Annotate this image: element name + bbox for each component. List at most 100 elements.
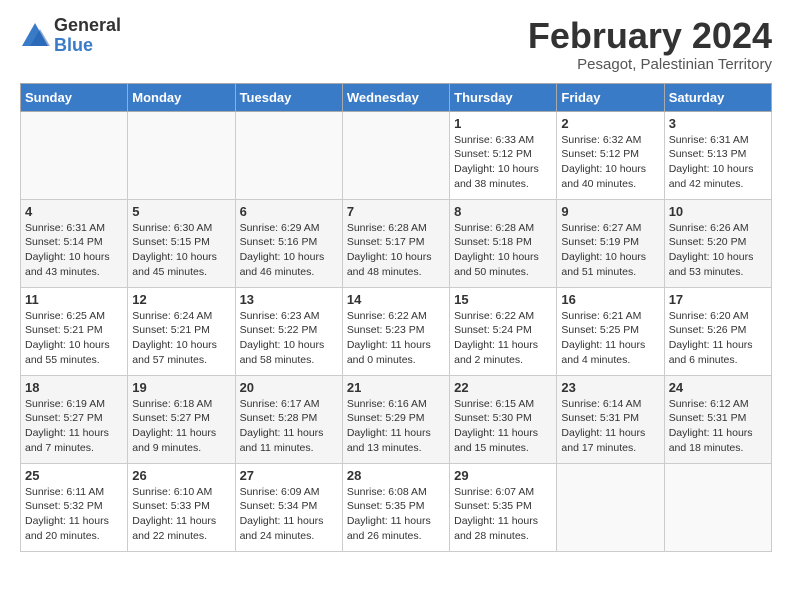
calendar-cell: 10 Sunrise: 6:26 AM Sunset: 5:20 PM Dayli…	[664, 199, 771, 287]
week-row-4: 18 Sunrise: 6:19 AM Sunset: 5:27 PM Dayli…	[21, 375, 772, 463]
day-number: 11	[25, 292, 123, 307]
day-number: 8	[454, 204, 552, 219]
logo-general: General	[54, 16, 121, 36]
day-info: Sunrise: 6:26 AM Sunset: 5:20 PM Dayligh…	[669, 221, 767, 280]
calendar-cell: 26 Sunrise: 6:10 AM Sunset: 5:33 PM Dayli…	[128, 463, 235, 551]
calendar-cell: 14Sunrise: 6:22 AM Sunset: 5:23 PM Dayli…	[342, 287, 449, 375]
logo-text: General Blue	[54, 16, 121, 56]
calendar-cell	[557, 463, 664, 551]
header-day-wednesday: Wednesday	[342, 83, 449, 111]
calendar-cell: 22 Sunrise: 6:15 AM Sunset: 5:30 PM Dayli…	[450, 375, 557, 463]
day-number: 20	[240, 380, 338, 395]
day-info: Sunrise: 6:31 AM Sunset: 5:14 PM Dayligh…	[25, 221, 123, 280]
day-info: Sunrise: 6:16 AM Sunset: 5:29 PM Dayligh…	[347, 397, 445, 456]
calendar-cell: 28 Sunrise: 6:08 AM Sunset: 5:35 PM Dayli…	[342, 463, 449, 551]
calendar-cell	[235, 111, 342, 199]
day-number: 23	[561, 380, 659, 395]
day-number: 4	[25, 204, 123, 219]
location-subtitle: Pesagot, Palestinian Territory	[528, 56, 772, 73]
day-info: Sunrise: 6:09 AM Sunset: 5:34 PM Dayligh…	[240, 485, 338, 544]
calendar-cell: 15Sunrise: 6:22 AM Sunset: 5:24 PM Dayli…	[450, 287, 557, 375]
calendar-cell: 13 Sunrise: 6:23 AM Sunset: 5:22 PM Dayli…	[235, 287, 342, 375]
calendar-cell: 27Sunrise: 6:09 AM Sunset: 5:34 PM Dayli…	[235, 463, 342, 551]
calendar-cell	[128, 111, 235, 199]
calendar-cell: 11 Sunrise: 6:25 AM Sunset: 5:21 PM Dayli…	[21, 287, 128, 375]
day-number: 12	[132, 292, 230, 307]
day-number: 3	[669, 116, 767, 131]
day-info: Sunrise: 6:23 AM Sunset: 5:22 PM Dayligh…	[240, 309, 338, 368]
calendar-cell: 8 Sunrise: 6:28 AM Sunset: 5:18 PM Daylig…	[450, 199, 557, 287]
calendar-cell: 17 Sunrise: 6:20 AM Sunset: 5:26 PM Dayli…	[664, 287, 771, 375]
week-row-5: 25 Sunrise: 6:11 AM Sunset: 5:32 PM Dayli…	[21, 463, 772, 551]
header-day-saturday: Saturday	[664, 83, 771, 111]
week-row-2: 4 Sunrise: 6:31 AM Sunset: 5:14 PM Daylig…	[21, 199, 772, 287]
calendar-cell: 24 Sunrise: 6:12 AM Sunset: 5:31 PM Dayli…	[664, 375, 771, 463]
day-number: 24	[669, 380, 767, 395]
day-number: 9	[561, 204, 659, 219]
day-info: Sunrise: 6:19 AM Sunset: 5:27 PM Dayligh…	[25, 397, 123, 456]
header-row: SundayMondayTuesdayWednesdayThursdayFrid…	[21, 83, 772, 111]
day-number: 13	[240, 292, 338, 307]
day-info: Sunrise: 6:33 AM Sunset: 5:12 PM Dayligh…	[454, 133, 552, 192]
calendar-cell: 29Sunrise: 6:07 AM Sunset: 5:35 PM Dayli…	[450, 463, 557, 551]
calendar-cell: 4 Sunrise: 6:31 AM Sunset: 5:14 PM Daylig…	[21, 199, 128, 287]
day-number: 6	[240, 204, 338, 219]
day-info: Sunrise: 6:08 AM Sunset: 5:35 PM Dayligh…	[347, 485, 445, 544]
day-info: Sunrise: 6:21 AM Sunset: 5:25 PM Dayligh…	[561, 309, 659, 368]
day-number: 5	[132, 204, 230, 219]
title-section: February 2024 Pesagot, Palestinian Terri…	[528, 16, 772, 73]
day-info: Sunrise: 6:11 AM Sunset: 5:32 PM Dayligh…	[25, 485, 123, 544]
day-number: 28	[347, 468, 445, 483]
calendar-cell: 19 Sunrise: 6:18 AM Sunset: 5:27 PM Dayli…	[128, 375, 235, 463]
day-info: Sunrise: 6:25 AM Sunset: 5:21 PM Dayligh…	[25, 309, 123, 368]
day-info: Sunrise: 6:29 AM Sunset: 5:16 PM Dayligh…	[240, 221, 338, 280]
day-info: Sunrise: 6:30 AM Sunset: 5:15 PM Dayligh…	[132, 221, 230, 280]
day-info: Sunrise: 6:15 AM Sunset: 5:30 PM Dayligh…	[454, 397, 552, 456]
week-row-3: 11 Sunrise: 6:25 AM Sunset: 5:21 PM Dayli…	[21, 287, 772, 375]
day-info: Sunrise: 6:17 AM Sunset: 5:28 PM Dayligh…	[240, 397, 338, 456]
logo-blue: Blue	[54, 36, 121, 56]
calendar-cell: 25 Sunrise: 6:11 AM Sunset: 5:32 PM Dayli…	[21, 463, 128, 551]
day-info: Sunrise: 6:10 AM Sunset: 5:33 PM Dayligh…	[132, 485, 230, 544]
calendar-cell: 9Sunrise: 6:27 AM Sunset: 5:19 PM Daylig…	[557, 199, 664, 287]
calendar-cell	[664, 463, 771, 551]
page-header: General Blue February 2024 Pesagot, Pale…	[20, 16, 772, 73]
day-number: 22	[454, 380, 552, 395]
calendar-cell: 5 Sunrise: 6:30 AM Sunset: 5:15 PM Daylig…	[128, 199, 235, 287]
header-day-monday: Monday	[128, 83, 235, 111]
day-info: Sunrise: 6:32 AM Sunset: 5:12 PM Dayligh…	[561, 133, 659, 192]
day-number: 10	[669, 204, 767, 219]
header-day-sunday: Sunday	[21, 83, 128, 111]
day-info: Sunrise: 6:12 AM Sunset: 5:31 PM Dayligh…	[669, 397, 767, 456]
day-number: 1	[454, 116, 552, 131]
day-number: 14	[347, 292, 445, 307]
day-number: 17	[669, 292, 767, 307]
calendar-cell	[342, 111, 449, 199]
day-info: Sunrise: 6:28 AM Sunset: 5:18 PM Dayligh…	[454, 221, 552, 280]
logo: General Blue	[20, 16, 121, 56]
day-info: Sunrise: 6:22 AM Sunset: 5:24 PM Dayligh…	[454, 309, 552, 368]
calendar-cell: 18 Sunrise: 6:19 AM Sunset: 5:27 PM Dayli…	[21, 375, 128, 463]
week-row-1: 1 Sunrise: 6:33 AM Sunset: 5:12 PM Daylig…	[21, 111, 772, 199]
calendar-cell: 23 Sunrise: 6:14 AM Sunset: 5:31 PM Dayli…	[557, 375, 664, 463]
day-number: 21	[347, 380, 445, 395]
calendar-cell: 21 Sunrise: 6:16 AM Sunset: 5:29 PM Dayli…	[342, 375, 449, 463]
day-number: 26	[132, 468, 230, 483]
day-number: 2	[561, 116, 659, 131]
day-number: 29	[454, 468, 552, 483]
day-number: 7	[347, 204, 445, 219]
day-info: Sunrise: 6:14 AM Sunset: 5:31 PM Dayligh…	[561, 397, 659, 456]
calendar-cell: 3Sunrise: 6:31 AM Sunset: 5:13 PM Daylig…	[664, 111, 771, 199]
header-day-friday: Friday	[557, 83, 664, 111]
header-day-thursday: Thursday	[450, 83, 557, 111]
day-info: Sunrise: 6:20 AM Sunset: 5:26 PM Dayligh…	[669, 309, 767, 368]
calendar-cell: 6 Sunrise: 6:29 AM Sunset: 5:16 PM Daylig…	[235, 199, 342, 287]
calendar-cell: 2 Sunrise: 6:32 AM Sunset: 5:12 PM Daylig…	[557, 111, 664, 199]
day-number: 16	[561, 292, 659, 307]
day-info: Sunrise: 6:18 AM Sunset: 5:27 PM Dayligh…	[132, 397, 230, 456]
day-number: 25	[25, 468, 123, 483]
day-number: 18	[25, 380, 123, 395]
calendar-cell	[21, 111, 128, 199]
day-number: 19	[132, 380, 230, 395]
calendar-cell: 1 Sunrise: 6:33 AM Sunset: 5:12 PM Daylig…	[450, 111, 557, 199]
